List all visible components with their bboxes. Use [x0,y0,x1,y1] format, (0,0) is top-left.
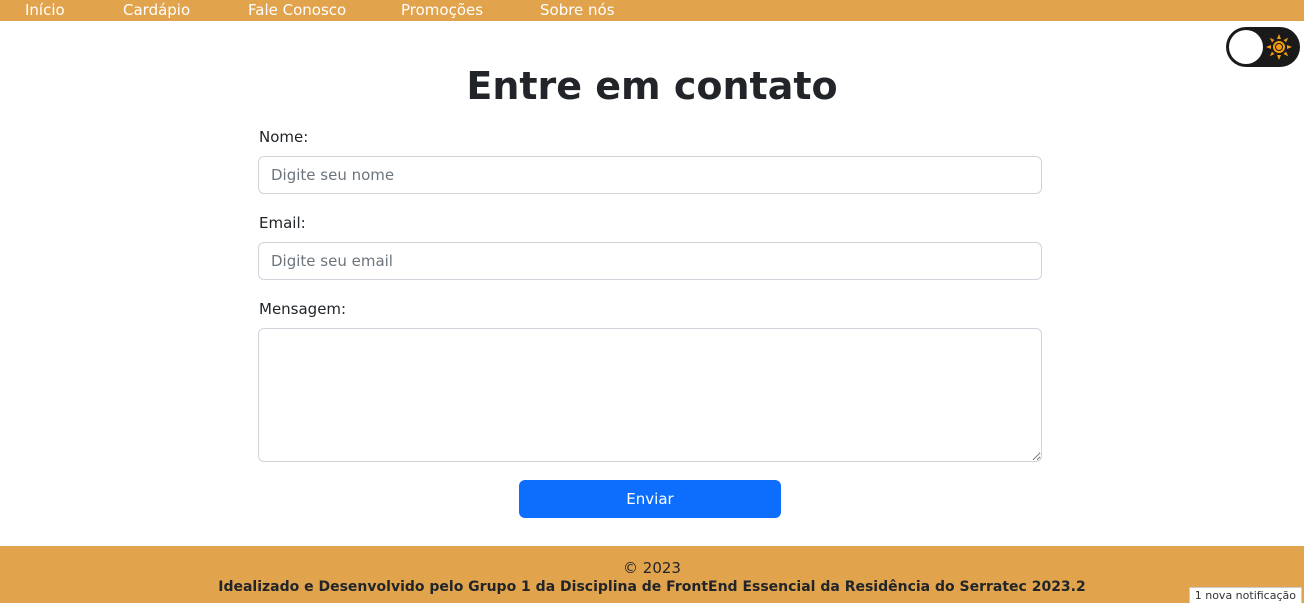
nav-link-fale-conosco[interactable]: Fale Conosco [248,0,346,21]
nav-link-sobre-nos[interactable]: Sobre nós [540,0,615,21]
sun-icon [1266,34,1292,60]
page-title: Entre em contato [466,64,838,108]
email-input[interactable] [258,242,1042,280]
notification-badge[interactable]: 1 nova notificação [1188,587,1302,603]
nav-link-inicio[interactable]: Início [25,0,65,21]
nav-link-cardapio[interactable]: Cardápio [123,0,190,21]
message-textarea[interactable] [258,328,1042,462]
message-label: Mensagem: [259,300,347,318]
toggle-knob [1229,30,1263,64]
email-label: Email: [259,214,306,232]
footer-copyright: © 2023 [623,559,681,577]
footer: © 2023 Idealizado e Desenvolvido pelo Gr… [0,546,1304,603]
nav-link-promocoes[interactable]: Promoções [401,0,483,21]
name-input[interactable] [258,156,1042,194]
footer-credit: Idealizado e Desenvolvido pelo Grupo 1 d… [218,579,1086,595]
page: Início Cardápio Fale Conosco Promoções S… [0,0,1304,603]
name-label: Nome: [259,128,309,146]
submit-button[interactable]: Enviar [519,480,781,518]
top-navbar: Início Cardápio Fale Conosco Promoções S… [0,0,1304,21]
